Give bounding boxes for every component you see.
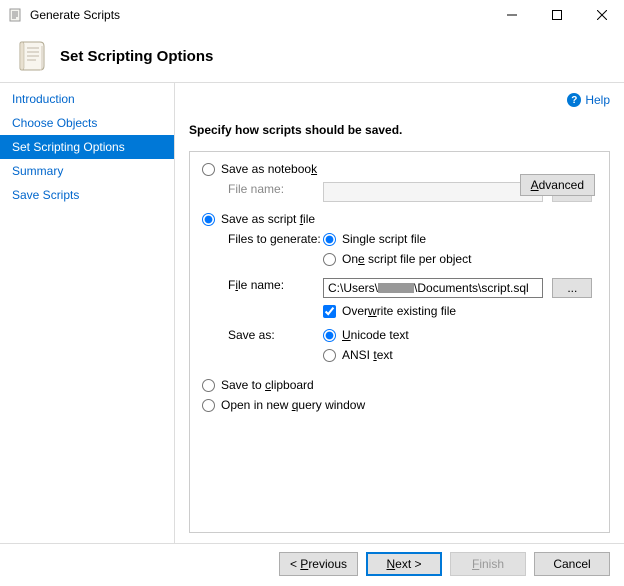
nav-introduction[interactable]: Introduction [0,87,174,111]
window-controls [489,0,624,30]
close-button[interactable] [579,0,624,30]
ansi-label[interactable]: ANSI text [342,348,393,362]
files-to-generate-label: Files to generate: [228,232,323,246]
advanced-button[interactable]: Advanced [520,174,595,196]
help-label: Help [585,93,610,107]
redacted-username [378,283,414,293]
script-filename-input[interactable]: C:\Users\\Documents\script.sql [323,278,543,298]
previous-button[interactable]: < Previous [279,552,358,576]
prompt-text: Specify how scripts should be saved. [189,123,610,137]
help-link[interactable]: ? Help [567,93,610,107]
wizard-footer: < Previous Next > Finish Cancel [0,543,624,583]
save-script-file-radio[interactable] [202,213,215,226]
save-notebook-radio[interactable] [202,163,215,176]
app-icon [8,7,24,23]
nav-choose-objects[interactable]: Choose Objects [0,111,174,135]
unicode-label[interactable]: Unicode text [342,328,409,342]
title-bar: Generate Scripts [0,0,624,30]
save-as-label: Save as: [228,328,323,342]
scroll-icon [16,38,48,74]
per-object-label[interactable]: One script file per object [342,252,471,266]
nav-save-scripts[interactable]: Save Scripts [0,183,174,207]
next-button[interactable]: Next > [366,552,442,576]
per-object-radio[interactable] [323,253,336,266]
page-title: Set Scripting Options [60,48,213,65]
help-icon: ? [567,93,581,107]
open-query-label[interactable]: Open in new query window [221,398,365,412]
script-browse-button[interactable]: ... [552,278,592,298]
open-query-radio[interactable] [202,399,215,412]
single-file-label[interactable]: Single script file [342,232,426,246]
save-clipboard-radio[interactable] [202,379,215,392]
minimize-button[interactable] [489,0,534,30]
wizard-nav: Introduction Choose Objects Set Scriptin… [0,83,175,543]
save-notebook-label[interactable]: Save as notebook [221,162,317,176]
maximize-button[interactable] [534,0,579,30]
main-panel: ? Help Specify how scripts should be sav… [175,83,624,543]
options-group: Advanced Save as notebook File name: ...… [189,151,610,533]
cancel-button[interactable]: Cancel [534,552,610,576]
nav-summary[interactable]: Summary [0,159,174,183]
notebook-filename-input [323,182,543,202]
notebook-filename-label: File name: [228,182,323,196]
nav-set-scripting-options[interactable]: Set Scripting Options [0,135,174,159]
script-filename-label: File name: [228,278,323,292]
save-clipboard-label[interactable]: Save to clipboard [221,378,314,392]
ansi-radio[interactable] [323,349,336,362]
wizard-header: Set Scripting Options [0,30,624,82]
finish-button: Finish [450,552,526,576]
unicode-radio[interactable] [323,329,336,342]
single-file-radio[interactable] [323,233,336,246]
overwrite-label[interactable]: Overwrite existing file [342,304,456,318]
overwrite-checkbox[interactable] [323,305,336,318]
save-script-file-label[interactable]: Save as script file [221,212,315,226]
window-title: Generate Scripts [30,8,489,22]
